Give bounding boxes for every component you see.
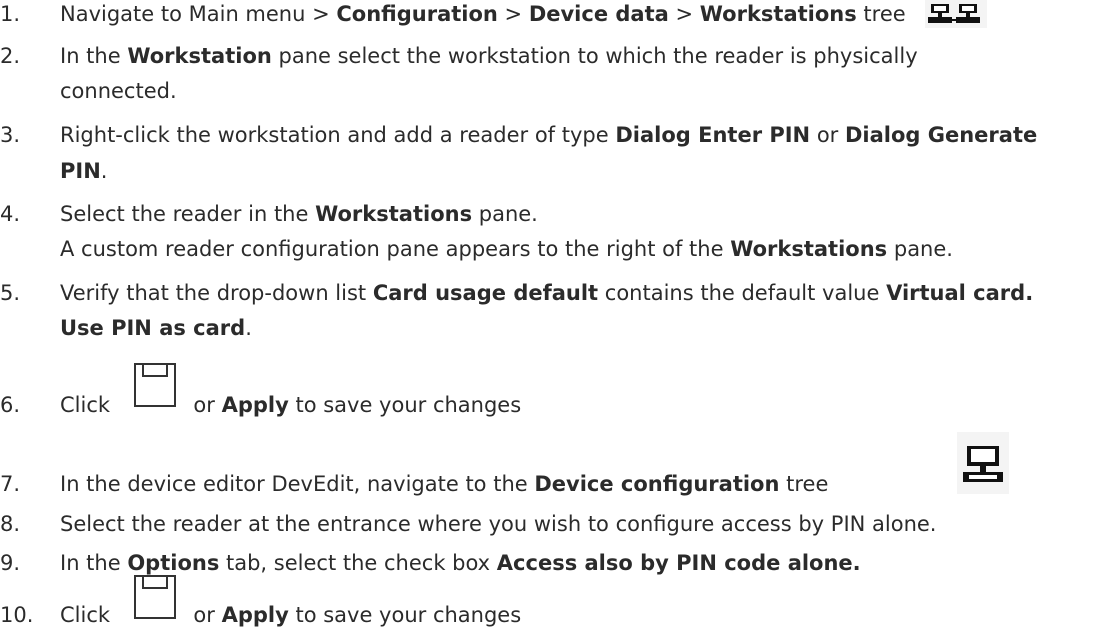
step-text: In the Workstation pane select the works… xyxy=(60,44,918,68)
step-number: 8. xyxy=(0,512,21,536)
step-number: 10. xyxy=(0,603,34,627)
step-text: Right-click the workstation and add a re… xyxy=(60,123,1038,147)
step-text: In the device editor DevEdit, navigate t… xyxy=(60,472,829,496)
workstations-tree-icon xyxy=(925,0,987,28)
step-number: 4. xyxy=(0,202,21,226)
step-5-continuation: Use PIN as card. xyxy=(60,316,252,340)
step-number: 1. xyxy=(0,2,21,26)
save-icon[interactable] xyxy=(133,574,177,620)
step-text: Verify that the drop-down list Card usag… xyxy=(60,281,1034,305)
save-icon[interactable] xyxy=(133,362,177,408)
step-number: 6. xyxy=(0,393,21,417)
step-number: 9. xyxy=(0,551,21,575)
step-3-continuation: PIN. xyxy=(60,159,108,183)
step-text: Select the reader in the Workstations pa… xyxy=(60,202,538,226)
step-2-continuation: connected. xyxy=(60,79,177,103)
step-number: 5. xyxy=(0,281,21,305)
step-text: Click or Apply to save your changes xyxy=(60,603,522,627)
step-text: Select the reader at the entrance where … xyxy=(60,512,937,536)
step-text: Click or Apply to save your changes xyxy=(60,393,522,417)
step-number: 2. xyxy=(0,44,21,68)
device-configuration-icon xyxy=(957,432,1009,494)
step-number: 7. xyxy=(0,472,21,496)
step-number: 3. xyxy=(0,123,21,147)
step-text: In the Options tab, select the check box… xyxy=(60,551,861,575)
step-4-continuation: A custom reader configuration pane appea… xyxy=(60,237,953,261)
